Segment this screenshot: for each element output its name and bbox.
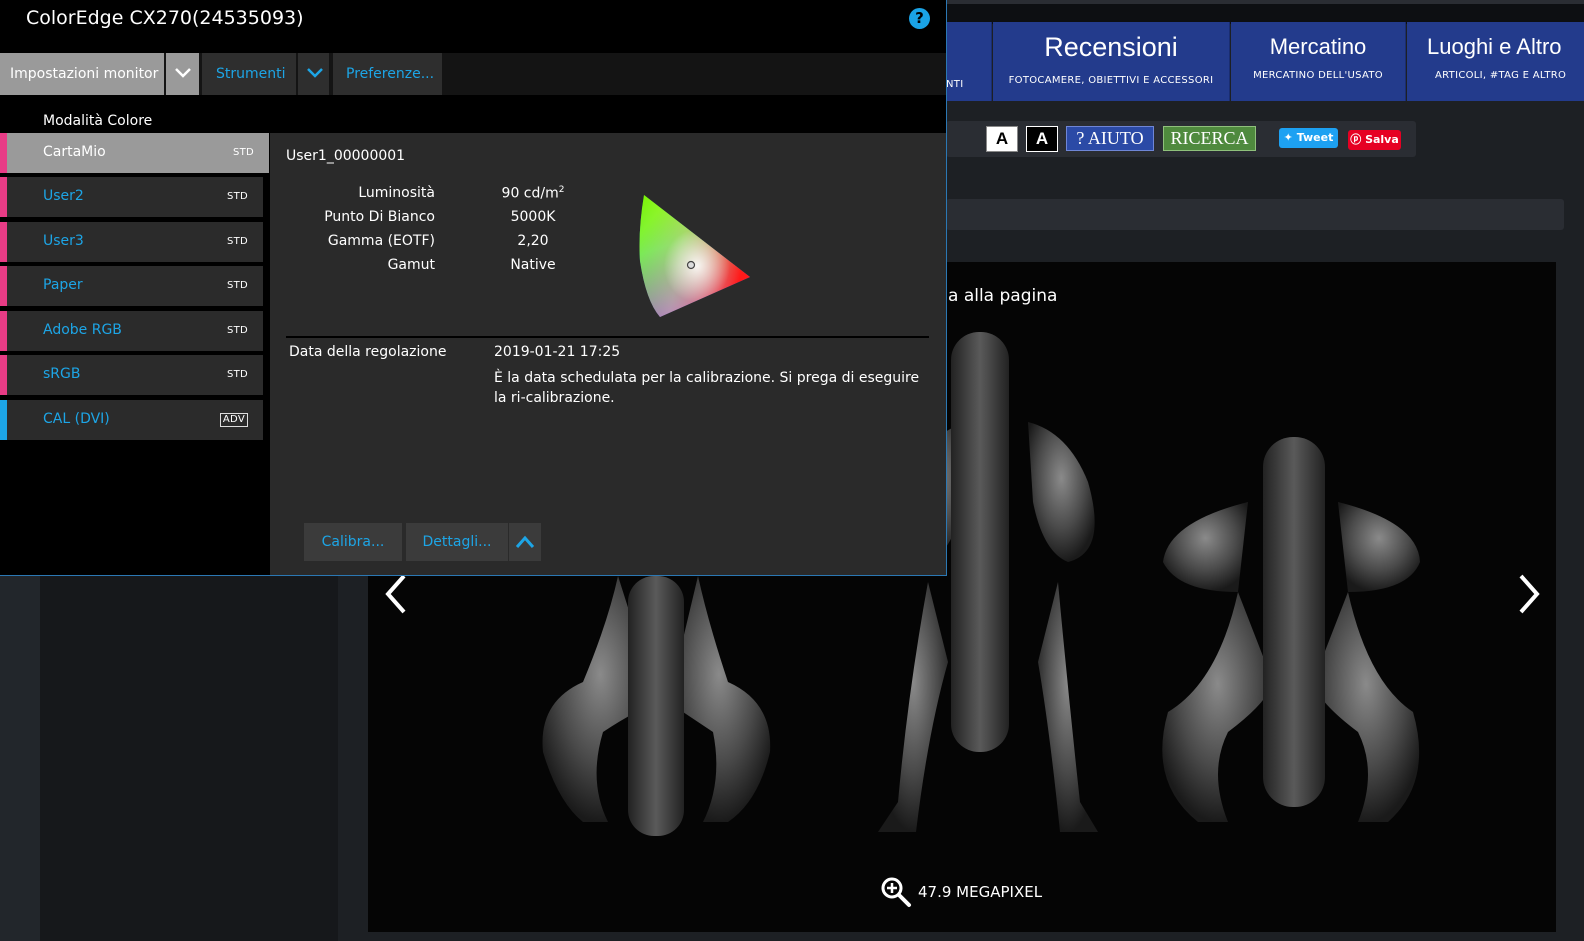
chevron-down-icon bbox=[175, 68, 191, 78]
luminosita-value-sup: 2 bbox=[558, 185, 565, 195]
mode-name: User3 bbox=[43, 233, 84, 249]
mode-color-bar bbox=[0, 355, 7, 395]
nav-tab-luoghi[interactable]: Luoghi e Altro ARTICOLI, #TAG E ALTRO bbox=[1407, 22, 1584, 101]
impostazioni-dropdown-button[interactable] bbox=[166, 53, 199, 95]
mode-name: Paper bbox=[43, 277, 83, 293]
luminosita-value: 90 cd/m2 bbox=[468, 185, 598, 202]
color-mode-item-user2[interactable]: User2 STD bbox=[0, 177, 263, 217]
tweet-button[interactable]: ✦ Tweet bbox=[1279, 128, 1338, 148]
mode-badge: STD bbox=[232, 147, 254, 158]
mode-badge: STD bbox=[226, 325, 248, 336]
color-mode-item-srgb[interactable]: sRGB STD bbox=[0, 355, 263, 395]
gamut-label: Gamut bbox=[387, 257, 435, 273]
nav-tab-mercatino-subtitle: MERCATINO DELL'USATO bbox=[1253, 70, 1383, 81]
mode-id: User1_00000001 bbox=[286, 148, 406, 164]
help-icon[interactable]: ? bbox=[909, 8, 930, 29]
ricerca-button[interactable]: RICERCA bbox=[1163, 126, 1256, 151]
strumenti-dropdown-button[interactable] bbox=[298, 53, 329, 95]
gamma-label: Gamma (EOTF) bbox=[327, 233, 435, 249]
nav-tab-partial[interactable]: NTI bbox=[946, 22, 992, 101]
color-mode-item-paper[interactable]: Paper STD bbox=[0, 266, 263, 306]
luminosita-label: Luminosità bbox=[358, 185, 435, 201]
nav-tab-partial-subtitle: NTI bbox=[946, 79, 964, 90]
tweet-label: Tweet bbox=[1296, 131, 1334, 144]
megapixel-label: 47.9 MEGAPIXEL bbox=[918, 883, 1043, 901]
nav-tab-mercatino-title: Mercatino bbox=[1269, 34, 1367, 59]
nav-tab-luoghi-subtitle: ARTICOLI, #TAG E ALTRO bbox=[1435, 70, 1567, 81]
color-mode-item-adobe-rgb[interactable]: Adobe RGB STD bbox=[0, 311, 263, 351]
text-size-dark-button[interactable]: A bbox=[1026, 126, 1058, 152]
site-left-rail bbox=[0, 575, 40, 941]
mode-name: CartaMio bbox=[43, 144, 106, 160]
zoom-in-icon bbox=[881, 877, 911, 907]
mode-color-bar bbox=[0, 400, 7, 440]
punto-di-bianco-label: Punto Di Bianco bbox=[324, 209, 435, 225]
collapse-details-button[interactable] bbox=[509, 523, 541, 561]
dettagli-button[interactable]: Dettagli... bbox=[406, 523, 508, 561]
colornavigator-window: ColorEdge CX270(24535093) ? Impostazioni… bbox=[0, 0, 947, 576]
color-mode-item-cartamio[interactable]: CartaMio STD bbox=[0, 133, 269, 173]
gamma-value: 2,20 bbox=[517, 233, 549, 249]
aiuto-button[interactable]: ? AIUTO bbox=[1066, 126, 1154, 151]
mode-badge: STD bbox=[226, 236, 248, 247]
mode-badge: STD bbox=[226, 280, 248, 291]
menu-impostazioni-monitor[interactable]: Impostazioni monitor bbox=[0, 53, 164, 95]
mode-color-bar bbox=[0, 222, 7, 262]
calibration-due-note: È la data schedulata per la calibrazione… bbox=[494, 370, 920, 406]
salva-label: Salva bbox=[1365, 133, 1399, 146]
mode-name: CAL (DVI) bbox=[43, 411, 110, 427]
mode-detail-panel: User1_00000001 Luminosità 90 cd/m2 Punto… bbox=[270, 133, 946, 575]
mode-name: User2 bbox=[43, 188, 84, 204]
text-size-light-button[interactable]: A bbox=[986, 126, 1018, 152]
chevron-up-icon bbox=[515, 535, 535, 548]
site-nav-band bbox=[946, 4, 1584, 24]
nav-tab-recensioni-title: Recensioni bbox=[1044, 32, 1178, 62]
mode-badge: STD bbox=[226, 369, 248, 380]
nav-tab-recensioni-subtitle: FOTOCAMERE, OBIETTIVI E ACCESSORI bbox=[1008, 75, 1214, 86]
punto-di-bianco-value: 5000K bbox=[510, 209, 556, 225]
photo-caption: a alla pagina bbox=[948, 286, 1058, 306]
zoom-megapixel-button[interactable]: 47.9 MEGAPIXEL bbox=[880, 876, 1042, 908]
chevron-down-icon bbox=[307, 68, 323, 78]
luminosita-value-text: 90 cd/m bbox=[501, 185, 559, 202]
pinterest-save-button[interactable]: ⓟ Salva bbox=[1348, 130, 1401, 150]
site-search-bar[interactable] bbox=[946, 199, 1564, 230]
window-title: ColorEdge CX270(24535093) bbox=[26, 7, 304, 29]
nav-tab-recensioni[interactable]: Recensioni FOTOCAMERE, OBIETTIVI E ACCES… bbox=[993, 22, 1230, 101]
site-left-column bbox=[40, 575, 338, 941]
calibra-button[interactable]: Calibra... bbox=[304, 523, 402, 561]
previous-photo-arrow-icon[interactable] bbox=[382, 572, 412, 616]
mode-badge: ADV bbox=[219, 413, 248, 427]
twitter-bird-icon: ✦ bbox=[1283, 131, 1293, 144]
mode-name: Adobe RGB bbox=[43, 322, 122, 338]
mode-color-bar bbox=[0, 133, 7, 173]
gamut-value: Native bbox=[510, 257, 556, 273]
white-point-marker bbox=[686, 260, 696, 270]
data-regolazione-value: 2019-01-21 17:25 bbox=[494, 344, 621, 360]
color-mode-header: Modalità Colore bbox=[43, 113, 153, 129]
mode-name: sRGB bbox=[43, 366, 81, 382]
menu-preferenze[interactable]: Preferenze... bbox=[333, 53, 442, 95]
color-mode-item-cal-dvi[interactable]: CAL (DVI) ADV bbox=[0, 400, 263, 440]
mode-color-bar bbox=[0, 177, 7, 217]
mode-badge: STD bbox=[226, 191, 248, 202]
color-mode-item-user3[interactable]: User3 STD bbox=[0, 222, 263, 262]
mode-color-bar bbox=[0, 266, 7, 306]
window-title-bar: ColorEdge CX270(24535093) ? bbox=[0, 0, 946, 52]
detail-separator bbox=[286, 336, 929, 338]
menu-strumenti[interactable]: Strumenti bbox=[202, 53, 296, 95]
next-photo-arrow-icon[interactable] bbox=[1513, 572, 1543, 616]
pinterest-icon: ⓟ bbox=[1350, 133, 1362, 146]
gamut-diagram bbox=[639, 195, 750, 317]
data-regolazione-label: Data della regolazione bbox=[289, 344, 447, 360]
nav-tab-luoghi-title: Luoghi e Altro bbox=[1427, 34, 1562, 59]
mode-color-bar bbox=[0, 311, 7, 351]
nav-tab-mercatino[interactable]: Mercatino MERCATINO DELL'USATO bbox=[1231, 22, 1406, 101]
